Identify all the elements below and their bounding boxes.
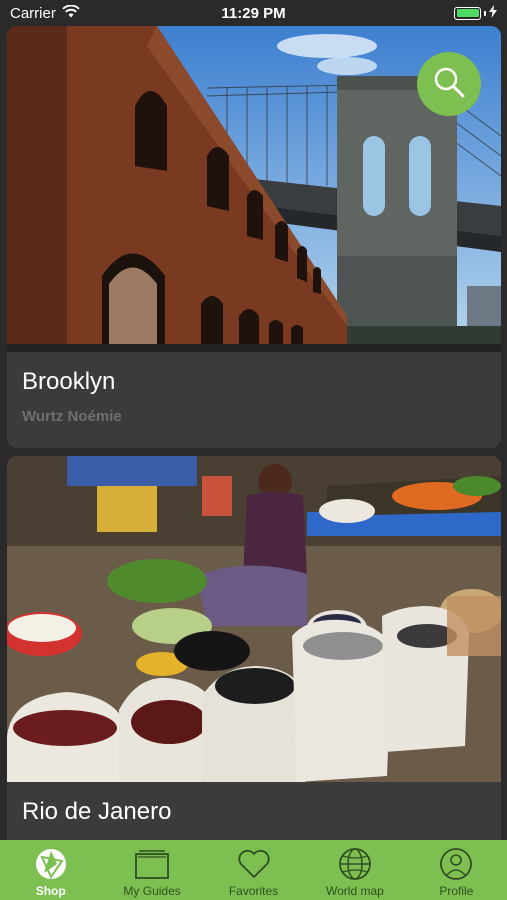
search-icon xyxy=(432,65,466,104)
status-bar: Carrier 11:29 PM xyxy=(0,0,507,26)
battery-tip xyxy=(484,10,486,16)
tab-my-guides[interactable]: My Guides xyxy=(101,840,202,900)
charging-bolt-icon xyxy=(489,4,497,22)
guide-photo-rio xyxy=(7,456,501,782)
status-time: 11:29 PM xyxy=(221,4,286,22)
carrier-label: Carrier xyxy=(10,4,56,22)
guide-title: Brooklyn xyxy=(22,368,116,395)
profile-icon xyxy=(439,846,473,882)
guide-card-rio[interactable]: Rio de Janero xyxy=(7,456,501,840)
globe-icon xyxy=(338,846,372,882)
tab-bar: Shop My Guides Favorites World map Profi… xyxy=(0,840,507,900)
tab-favorites[interactable]: Favorites xyxy=(203,840,304,900)
tab-label: My Guides xyxy=(123,884,181,898)
tab-profile[interactable]: Profile xyxy=(406,840,507,900)
status-left: Carrier xyxy=(10,4,180,22)
tab-label: World map xyxy=(326,884,384,898)
wifi-icon xyxy=(62,4,80,22)
battery-fill xyxy=(456,9,479,17)
guide-title: Rio de Janero xyxy=(22,798,172,825)
shop-icon xyxy=(34,846,68,882)
tab-label: Profile xyxy=(439,884,474,898)
tab-shop[interactable]: Shop xyxy=(0,840,101,900)
tab-label: Shop xyxy=(35,884,66,898)
guide-author xyxy=(7,826,501,838)
guide-feed[interactable]: Brooklyn Wurtz Noémie Rio de Janero xyxy=(0,26,507,840)
heart-icon xyxy=(237,846,271,882)
tab-world-map[interactable]: World map xyxy=(304,840,405,900)
status-right xyxy=(327,4,497,22)
tab-label: Favorites xyxy=(228,884,279,898)
search-button[interactable] xyxy=(417,52,481,116)
guides-icon xyxy=(134,846,170,882)
guide-author: Wurtz Noémie xyxy=(22,408,122,425)
battery-icon xyxy=(454,6,481,20)
